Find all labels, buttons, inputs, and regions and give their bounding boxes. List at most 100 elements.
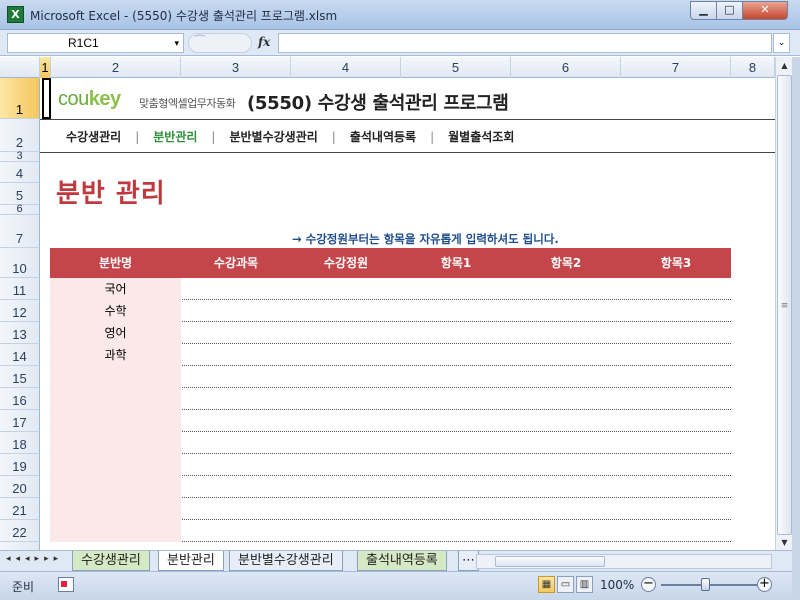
- row-header[interactable]: 1: [0, 78, 40, 119]
- class-name-cell[interactable]: [50, 520, 181, 542]
- sheet-content[interactable]: coukey 맞춤형엑셀업무자동화 (5550) 수강생 출석관리 프로그램 수…: [40, 78, 775, 550]
- row-header[interactable]: 20: [0, 476, 40, 498]
- zoom-slider-thumb[interactable]: [701, 578, 710, 591]
- class-name-cell[interactable]: 과학: [50, 344, 181, 366]
- maximize-button[interactable]: □: [716, 1, 743, 20]
- row-header[interactable]: 12: [0, 300, 40, 322]
- sheet-tab-classes[interactable]: 분반관리: [158, 551, 224, 571]
- table-row[interactable]: 국어: [50, 278, 731, 300]
- column-header[interactable]: 3: [181, 57, 291, 78]
- class-name-cell[interactable]: [50, 366, 181, 388]
- class-name-cell[interactable]: 국어: [50, 278, 181, 300]
- nav-link-monthly-attendance[interactable]: 월별출석조회: [448, 128, 514, 145]
- column-header[interactable]: 7: [621, 57, 731, 78]
- sheet-tab-class-students[interactable]: 분반별수강생관리: [229, 551, 343, 571]
- window-frame: [792, 57, 800, 600]
- zoom-in-button[interactable]: +: [757, 577, 772, 592]
- row-header[interactable]: 11: [0, 278, 40, 300]
- row-header[interactable]: 10: [0, 248, 40, 278]
- table-row[interactable]: [50, 410, 731, 432]
- row-header[interactable]: 6: [0, 204, 40, 215]
- table-row[interactable]: [50, 432, 731, 454]
- class-name-cell[interactable]: [50, 454, 181, 476]
- row-header[interactable]: 15: [0, 366, 40, 388]
- zoom-out-button[interactable]: −: [641, 577, 656, 592]
- column-header[interactable]: 1: [40, 57, 51, 78]
- class-name-cell[interactable]: [50, 388, 181, 410]
- nav-link-class-management[interactable]: 분반관리: [153, 128, 197, 145]
- insert-function-button[interactable]: fx: [258, 35, 270, 49]
- sheet-tab-attendance-entry[interactable]: 출석내역등록: [357, 551, 447, 571]
- record-macro-icon[interactable]: [58, 577, 74, 592]
- normal-view-icon[interactable]: ▦: [538, 576, 555, 593]
- chevron-down-icon[interactable]: ▾: [174, 34, 179, 52]
- scroll-down-icon[interactable]: ▼: [776, 535, 793, 550]
- table-row[interactable]: [50, 454, 731, 476]
- vertical-scrollbar[interactable]: ▲ ≡ ▼: [775, 57, 792, 550]
- row-header[interactable]: 18: [0, 432, 40, 454]
- worksheet-grid[interactable]: 1 2 3 4 5 6 7 8 1 2 3 4 5 6 7 10 11 12 1…: [0, 57, 775, 550]
- class-name-cell[interactable]: [50, 410, 181, 432]
- table-row[interactable]: [50, 366, 731, 388]
- sheet-tab-students[interactable]: 수강생관리: [72, 551, 150, 571]
- row-header[interactable]: 23: [0, 542, 40, 550]
- nav-separator: |: [135, 130, 140, 144]
- scroll-up-icon[interactable]: ▲: [776, 57, 793, 74]
- class-name-cell[interactable]: [50, 432, 181, 454]
- zoom-level[interactable]: 100%: [600, 578, 634, 592]
- class-name-cell[interactable]: [50, 476, 181, 498]
- row-header[interactable]: 2: [0, 119, 40, 152]
- column-header[interactable]: 5: [401, 57, 511, 78]
- row-header[interactable]: 14: [0, 344, 40, 366]
- row-header[interactable]: 5: [0, 183, 40, 205]
- table-row[interactable]: [50, 476, 731, 498]
- column-header-subject: 수강과목: [213, 256, 259, 270]
- window-title: Microsoft Excel - (5550) 수강생 출석관리 프로그램.x…: [30, 9, 338, 23]
- column-header-capacity: 수강정원: [323, 256, 369, 270]
- column-header[interactable]: 4: [291, 57, 401, 78]
- row-header[interactable]: 19: [0, 454, 40, 476]
- row-header[interactable]: 3: [0, 151, 40, 162]
- select-all-corner[interactable]: [0, 57, 40, 78]
- coukey-logo: coukey: [58, 88, 121, 111]
- table-row[interactable]: [50, 498, 731, 520]
- nav-link-class-student-management[interactable]: 분반별수강생관리: [229, 128, 317, 145]
- row-header[interactable]: 16: [0, 388, 40, 410]
- column-header-class-name: 분반명: [98, 256, 133, 270]
- formula-input[interactable]: [278, 33, 772, 53]
- table-row[interactable]: [50, 388, 731, 410]
- class-name-cell[interactable]: 영어: [50, 322, 181, 344]
- expand-formula-bar-button[interactable]: ⌄: [773, 33, 790, 53]
- column-header[interactable]: 6: [511, 57, 621, 78]
- class-name-cell[interactable]: [50, 498, 181, 520]
- page-break-icon[interactable]: ▥: [576, 576, 593, 593]
- column-header[interactable]: 2: [51, 57, 181, 78]
- nav-separator: |: [430, 130, 435, 144]
- vertical-scroll-thumb[interactable]: ≡: [777, 75, 792, 535]
- name-box[interactable]: R1C1 ▾: [7, 33, 184, 53]
- row-header[interactable]: 7: [0, 215, 40, 248]
- table-header: 분반명 수강과목 수강정원 항목1 항목2 항목3: [50, 248, 731, 278]
- horizontal-scroll-thumb[interactable]: [495, 556, 605, 567]
- excel-icon[interactable]: X: [7, 6, 24, 23]
- minimize-button[interactable]: ▁: [690, 1, 717, 20]
- page-layout-icon[interactable]: ▭: [557, 576, 574, 593]
- close-button[interactable]: ✕: [742, 1, 788, 20]
- sheet-nav-menu: 수강생관리 | 분반관리 | 분반별수강생관리 | 출석내역등록 | 월별출석조회: [66, 128, 514, 145]
- horizontal-scrollbar[interactable]: [476, 554, 772, 569]
- row-header[interactable]: 13: [0, 322, 40, 344]
- table-row[interactable]: 영어: [50, 322, 731, 344]
- row-header[interactable]: 17: [0, 410, 40, 432]
- nav-link-attendance-entry[interactable]: 출석내역등록: [350, 128, 416, 145]
- row-header[interactable]: 22: [0, 520, 40, 542]
- nav-link-student-management[interactable]: 수강생관리: [66, 128, 121, 145]
- row-header[interactable]: 21: [0, 498, 40, 520]
- column-header[interactable]: 8: [731, 57, 775, 78]
- table-row[interactable]: 수학: [50, 300, 731, 322]
- class-name-cell[interactable]: 수학: [50, 300, 181, 322]
- table-row[interactable]: 과학: [50, 344, 731, 366]
- tab-scroll-icons[interactable]: ◂◂◂▸▸▸: [6, 554, 63, 564]
- active-cell-cursor: [42, 78, 51, 119]
- table-row[interactable]: [50, 520, 731, 542]
- row-header[interactable]: 4: [0, 162, 40, 183]
